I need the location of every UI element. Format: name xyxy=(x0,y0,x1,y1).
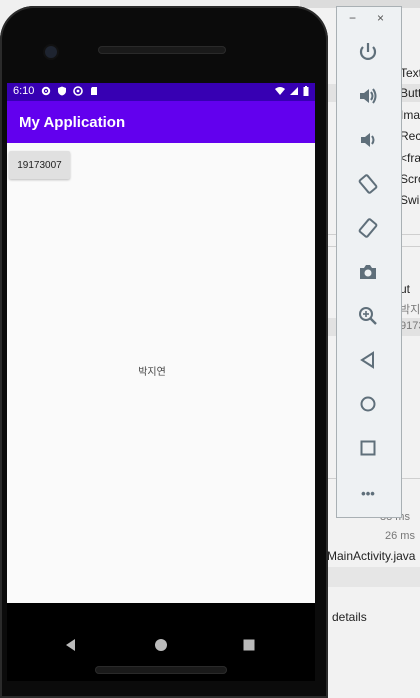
nav-home-icon[interactable] xyxy=(153,637,169,653)
nav-back-icon[interactable] xyxy=(63,637,79,653)
front-camera xyxy=(45,46,57,58)
device-screen[interactable]: 6:10 My Application 19173007 박지연 xyxy=(7,83,315,681)
toolbar-title-bar: − × xyxy=(337,7,401,29)
sd-card-icon xyxy=(89,86,99,96)
settings-icon xyxy=(41,86,51,96)
home-icon[interactable] xyxy=(357,393,379,415)
zoom-icon[interactable] xyxy=(357,305,379,327)
overview-icon[interactable] xyxy=(357,437,379,459)
rotate-left-icon[interactable] xyxy=(357,173,379,195)
earpiece-speaker xyxy=(98,46,226,54)
emulator-toolbar: − × ••• xyxy=(336,6,402,518)
name-text: 박지연 xyxy=(138,367,166,378)
app-bar: My Application xyxy=(7,101,315,143)
power-icon[interactable] xyxy=(357,41,379,63)
rotate-right-icon[interactable] xyxy=(357,217,379,239)
bottom-speaker xyxy=(95,666,227,674)
back-icon[interactable] xyxy=(357,349,379,371)
system-indicators xyxy=(275,86,309,99)
log-time: 26 ms xyxy=(385,530,415,542)
minimize-button[interactable]: − xyxy=(349,11,356,25)
file-name[interactable]: MainActivity.java xyxy=(327,549,415,563)
notification-icons xyxy=(41,86,99,96)
nav-overview-icon[interactable] xyxy=(241,637,257,653)
volume-up-icon[interactable] xyxy=(357,85,379,107)
close-button[interactable]: × xyxy=(377,11,384,25)
camera-icon[interactable] xyxy=(357,261,379,283)
signal-icon xyxy=(289,86,299,99)
details-link[interactable]: details xyxy=(332,610,367,624)
status-bar: 6:10 xyxy=(7,83,315,101)
battery-icon xyxy=(303,86,309,99)
shield-icon xyxy=(57,86,67,96)
more-icon[interactable]: ••• xyxy=(357,483,379,505)
sync-icon xyxy=(73,86,83,96)
volume-down-icon[interactable] xyxy=(357,129,379,151)
emulator-device-frame: 6:10 My Application 19173007 박지연 xyxy=(0,6,328,698)
app-title: My Application xyxy=(19,114,126,131)
student-id-button[interactable]: 19173007 xyxy=(9,151,70,179)
wifi-icon xyxy=(275,86,285,99)
status-time: 6:10 xyxy=(13,85,35,97)
